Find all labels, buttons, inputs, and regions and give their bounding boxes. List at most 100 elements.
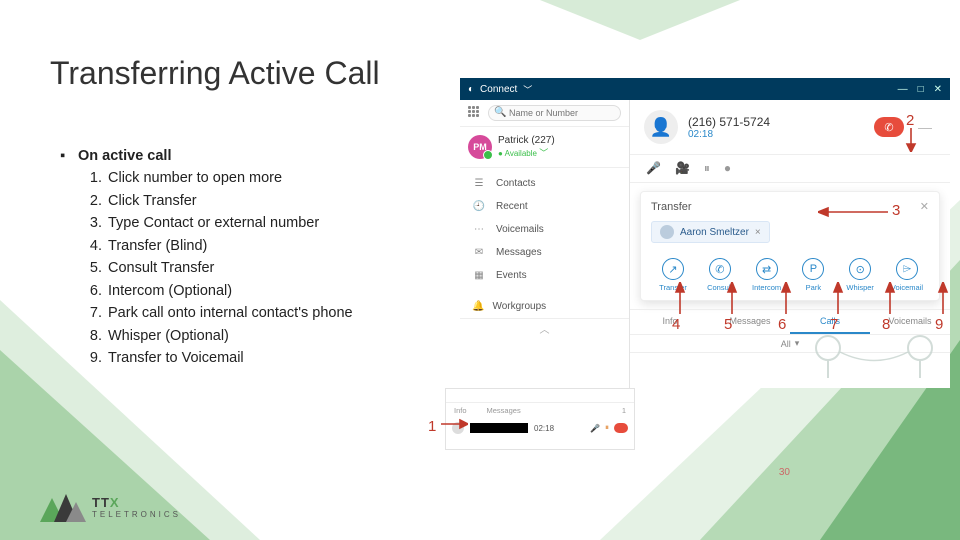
callout-7: 7 — [830, 316, 838, 333]
callout-3: 3 — [892, 202, 900, 219]
app-main: 👤 (216) 571-5724 02:18 ✆ — 🎤 🎥 ⏸ ● Trans… — [630, 100, 950, 388]
mute-icon[interactable]: 🎤 — [646, 161, 661, 176]
dialpad-icon[interactable] — [468, 106, 482, 120]
chip-remove-icon[interactable]: × — [755, 227, 761, 238]
minimize-icon[interactable]: — — [898, 84, 908, 95]
close-panel-icon[interactable]: ✕ — [920, 200, 929, 213]
caller-number[interactable]: (216) 571-5724 — [688, 115, 770, 129]
transfer-target-chip[interactable]: Aaron Smeltzer × — [651, 221, 770, 243]
nav-recent[interactable]: 🕘Recent — [460, 195, 629, 218]
mini-hangup-icon[interactable] — [614, 423, 628, 433]
call-controls-row: 🎤 🎥 ⏸ ● — [630, 155, 950, 183]
contacts-icon: ☰ — [472, 178, 486, 189]
chevron-down-icon[interactable]: ﹀ — [523, 83, 532, 96]
presence-status: ● Available ﹀ — [498, 146, 555, 159]
step-item: Intercom (Optional) — [106, 280, 353, 302]
video-icon[interactable]: 🎥 — [675, 161, 690, 176]
mini-time: 02:18 — [534, 424, 554, 433]
logo-subtext: TELETRONICS — [92, 510, 181, 519]
maximize-icon[interactable]: □ — [918, 84, 924, 95]
close-icon[interactable]: ✕ — [934, 84, 942, 95]
call-duration: 02:18 — [688, 129, 770, 140]
action-park[interactable]: PPark — [791, 258, 835, 292]
mini-count: 1 — [622, 406, 626, 415]
arrow-7 — [831, 282, 845, 314]
page-number: 30 — [779, 467, 790, 478]
transfer-panel-title: Transfer — [651, 201, 692, 213]
chevron-down-icon: ▾ — [795, 338, 800, 349]
mini-screenshot: Info Messages 1 02:18 🎤 ⏸ — [445, 388, 635, 450]
nav-voicemails[interactable]: ⋯Voicemails — [460, 218, 629, 241]
clock-icon: 🕘 — [472, 201, 486, 212]
callout-4: 4 — [672, 316, 680, 333]
mini-tab-messages[interactable]: Messages — [487, 406, 521, 415]
callout-2: 2 — [906, 112, 914, 129]
slide-title: Transferring Active Call — [50, 55, 380, 92]
arrow-5 — [725, 282, 739, 314]
bullet-square: ▪ — [60, 145, 78, 167]
bullet-lead: On active call — [78, 145, 172, 167]
calendar-icon: ▦ — [472, 270, 486, 281]
step-item: Consult Transfer — [106, 257, 353, 279]
callout-9: 9 — [935, 316, 943, 333]
footer-logo: TTX TELETRONICS — [40, 492, 181, 522]
chip-avatar — [660, 225, 674, 239]
step-item: Click Transfer — [106, 190, 353, 212]
nav-events[interactable]: ▦Events — [460, 264, 629, 287]
collapse-caret[interactable]: ︿ — [460, 318, 629, 338]
step-item: Type Contact or external number — [106, 212, 353, 234]
record-icon[interactable]: ● — [724, 161, 731, 176]
arrow-6 — [779, 282, 793, 314]
app-titlebar: ◐ Connect ﹀ — □ ✕ — [460, 78, 950, 100]
whisper-icon: ⊙ — [849, 258, 871, 280]
call-header: 👤 (216) 571-5724 02:18 ✆ — — [630, 100, 950, 155]
search-icon: 🔍 — [494, 107, 506, 118]
bell-icon: 🔔 — [472, 301, 484, 312]
app-screenshot: ◐ Connect ﹀ — □ ✕ 🔍 PM Patrick (227) — [460, 78, 950, 388]
callout-5: 5 — [724, 316, 732, 333]
presence-card[interactable]: PM Patrick (227) ● Available ﹀ — [460, 127, 629, 168]
nav-messages[interactable]: ✉Messages — [460, 241, 629, 264]
caller-avatar: 👤 — [644, 110, 678, 144]
intercom-icon: ⇄ — [756, 258, 778, 280]
app-logo-icon: ◐ — [468, 84, 474, 95]
consult-icon: ✆ — [709, 258, 731, 280]
app-title: Connect — [480, 84, 517, 95]
search-input[interactable] — [488, 105, 621, 121]
callout-6: 6 — [778, 316, 786, 333]
tab-info[interactable]: Info — [630, 310, 710, 334]
mini-mute-icon[interactable]: 🎤 — [590, 424, 600, 433]
user-avatar: PM — [468, 135, 492, 159]
step-item: Click number to open more — [106, 167, 353, 189]
callout-1: 1 — [428, 418, 436, 435]
callout-8: 8 — [882, 316, 890, 333]
arrow-1 — [438, 400, 468, 440]
presence-name: Patrick (227) — [498, 135, 555, 146]
transfer-icon: ↗ — [662, 258, 684, 280]
nav-list: ☰Contacts 🕘Recent ⋯Voicemails ✉Messages … — [460, 168, 629, 291]
nav-workgroups[interactable]: 🔔 Workgroups — [460, 295, 629, 318]
hold-icon[interactable]: ⏸ — [704, 161, 710, 176]
chip-name: Aaron Smeltzer — [680, 227, 749, 238]
logo-ttx: TTX — [92, 495, 181, 510]
hangup-button[interactable]: ✆ — [874, 117, 904, 137]
logo-icon — [40, 492, 86, 522]
arrow-9 — [936, 282, 950, 314]
arrow-8 — [883, 282, 897, 314]
mini-redacted — [470, 423, 528, 433]
tin-can-illustration — [804, 314, 944, 384]
steps-list: Click number to open more Click Transfer… — [106, 167, 353, 369]
park-icon: P — [802, 258, 824, 280]
step-item: Transfer (Blind) — [106, 235, 353, 257]
arrow-2 — [904, 128, 918, 152]
step-item: Transfer to Voicemail — [106, 347, 353, 369]
voicemail-action-icon: ⌲ — [896, 258, 918, 280]
step-item: Whisper (Optional) — [106, 325, 353, 347]
mini-hold-icon[interactable]: ⏸ — [605, 423, 609, 433]
step-item: Park call onto internal contact's phone — [106, 302, 353, 324]
message-icon: ✉ — [472, 247, 486, 258]
voicemail-icon: ⋯ — [472, 224, 486, 235]
nav-contacts[interactable]: ☰Contacts — [460, 172, 629, 195]
app-sidebar: 🔍 PM Patrick (227) ● Available ﹀ ☰Contac… — [460, 100, 630, 388]
arrow-4 — [673, 282, 687, 314]
